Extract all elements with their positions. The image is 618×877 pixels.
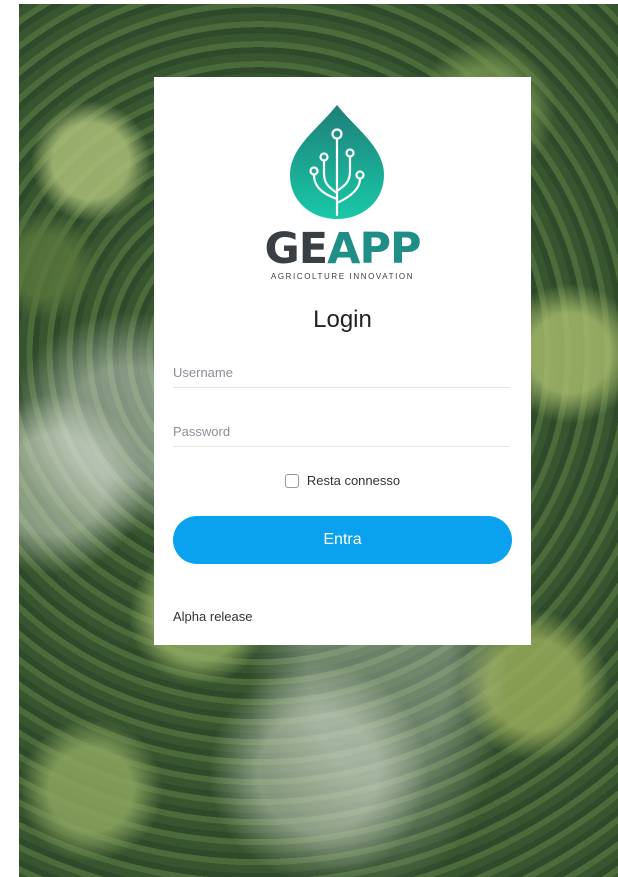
remember-me-checkbox[interactable]	[284, 473, 299, 488]
login-button[interactable]: Entra	[173, 516, 512, 564]
brand-name-part1: GE	[264, 224, 329, 274]
geapp-logo-drop-icon	[290, 105, 384, 219]
page-title: Login	[313, 306, 372, 333]
brand-tagline: AGRICOLTURE INNOVATION	[270, 272, 415, 281]
username-input[interactable]	[173, 357, 510, 388]
brand-wordmark: GEAPP	[154, 225, 531, 273]
release-label: Alpha release	[173, 609, 253, 624]
password-input[interactable]	[173, 416, 510, 447]
brand-name-part2: APP	[327, 224, 421, 274]
login-card: GEAPP AGRICOLTURE INNOVATION Login Resta…	[154, 77, 531, 645]
remember-me-row: Resta connesso	[154, 473, 531, 488]
remember-me-label[interactable]: Resta connesso	[307, 473, 400, 488]
